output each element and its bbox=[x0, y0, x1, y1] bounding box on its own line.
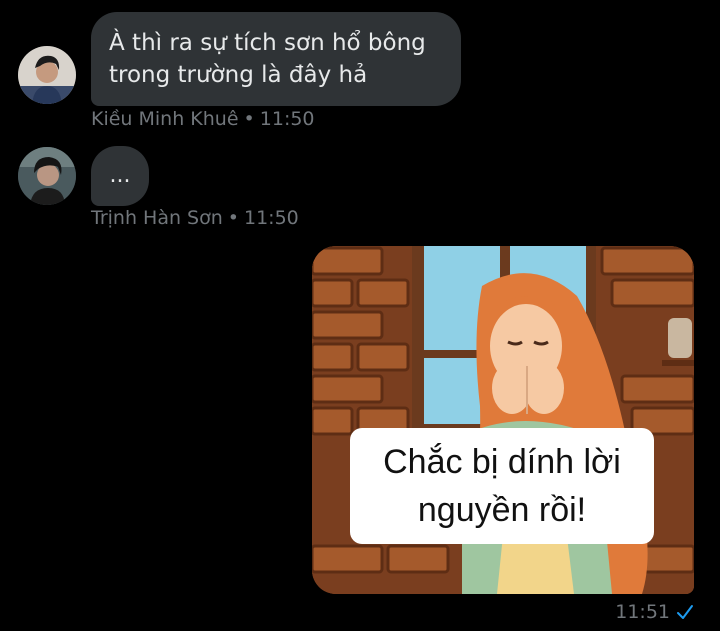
message-time: 11:50 bbox=[259, 108, 315, 130]
avatar[interactable] bbox=[18, 46, 76, 104]
meta-separator: • bbox=[227, 207, 239, 229]
dm-conversation: À thì ra sự tích sơn hổ bông trong trườn… bbox=[0, 0, 720, 631]
meta-separator: • bbox=[243, 108, 255, 130]
avatar-photo-icon bbox=[18, 147, 76, 205]
caption-line: nguyền rồi! bbox=[417, 491, 587, 529]
message-meta: Trịnh Hàn Sơn • 11:50 bbox=[91, 207, 299, 229]
avatar-photo-icon bbox=[18, 46, 76, 104]
sent-image-message[interactable]: Chắc bị dính lời nguyền rồi! bbox=[312, 246, 694, 594]
meme-caption: Chắc bị dính lời nguyền rồi! bbox=[350, 428, 654, 544]
message-bubble[interactable]: À thì ra sự tích sơn hổ bông trong trườn… bbox=[91, 12, 461, 106]
check-icon bbox=[677, 605, 693, 619]
message-time: 11:50 bbox=[244, 207, 299, 229]
message-text-line: trong trường là đây hả bbox=[109, 62, 368, 88]
message-meta: Kiều Minh Khuê • 11:50 bbox=[91, 108, 315, 130]
message-text-line: À thì ra sự tích sơn hổ bông bbox=[109, 30, 426, 56]
sender-name[interactable]: Kiều Minh Khuê bbox=[91, 108, 239, 130]
avatar[interactable] bbox=[18, 147, 76, 205]
message-text: ... bbox=[109, 163, 131, 188]
message-time: 11:51 bbox=[615, 601, 670, 623]
sender-name[interactable]: Trịnh Hàn Sơn bbox=[91, 207, 223, 229]
message-bubble[interactable]: ... bbox=[91, 146, 149, 206]
sent-message-meta: 11:51 bbox=[615, 601, 694, 623]
caption-line: Chắc bị dính lời bbox=[383, 443, 621, 481]
